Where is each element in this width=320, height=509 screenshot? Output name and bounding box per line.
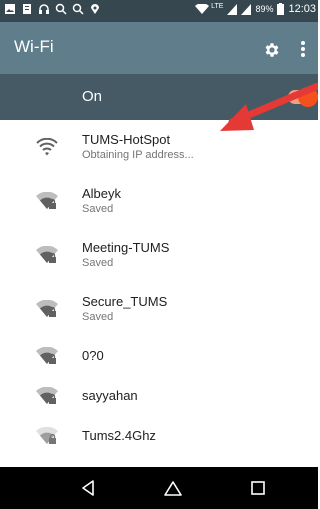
system-status: LTE 89% 12:03 [195,3,316,15]
document-icon [23,4,31,14]
image-icon [5,4,15,14]
list-item[interactable]: Tums2.4Ghz [0,416,318,456]
network-status: Obtaining IP address... [82,149,194,161]
wifi-lock-icon [36,347,58,364]
network-status: Saved [82,311,114,323]
app-bar: Wi-Fi [0,22,318,74]
wifi-lock-icon [36,246,58,263]
home-icon[interactable] [163,478,183,498]
headphones-icon [39,4,49,14]
recents-icon[interactable] [248,478,268,498]
wifi-lock-icon [36,192,58,209]
list-item[interactable]: TUMS-HotSpot Obtaining IP address... [0,120,318,174]
back-icon[interactable] [78,478,98,498]
list-item[interactable]: Albeyk Saved [0,174,318,228]
network-status: Saved [82,203,114,215]
network-type: LTE [211,2,224,10]
wifi-lock-icon [36,387,58,404]
battery-icon [277,3,285,15]
network-name: Meeting-TUMS [82,240,170,255]
network-name: Albeyk [82,186,122,201]
wifi-master-switch-row[interactable]: On [0,74,318,120]
search-notify-icon [55,3,67,15]
search-notify-icon [72,3,84,15]
network-status: Saved [82,257,114,269]
wifi-signal-icon [36,138,58,156]
wifi-lock-icon [36,300,58,317]
more-vert-icon[interactable] [300,39,306,59]
list-item[interactable]: 0?0 [0,336,318,376]
signal-icon [227,3,238,15]
clock: 12:03 [288,3,316,15]
list-item[interactable]: sayyahan [0,376,318,416]
status-bar: LTE 89% 12:03 [0,0,318,22]
battery-percent: 89% [255,4,274,14]
network-name: Secure_TUMS [82,294,168,309]
page-title: Wi-Fi [14,37,54,56]
list-item[interactable]: Meeting-TUMS Saved [0,228,318,282]
navigation-bar [0,467,318,509]
network-name: TUMS-HotSpot [82,132,171,147]
list-item[interactable]: Secure_TUMS Saved [0,282,318,336]
wifi-switch-label: On [82,88,103,105]
network-name: 0?0 [82,348,104,363]
wifi-lock-icon [36,427,58,444]
signal-icon [241,3,252,15]
network-list: TUMS-HotSpot Obtaining IP address... Alb… [0,120,318,456]
gear-icon[interactable] [263,41,281,59]
network-name: sayyahan [82,388,138,403]
notification-icons [4,3,101,15]
network-name: Tums2.4Ghz [82,428,156,443]
wifi-status-icon [195,3,210,14]
location-icon [91,4,99,14]
wifi-toggle-knob[interactable] [298,87,318,107]
